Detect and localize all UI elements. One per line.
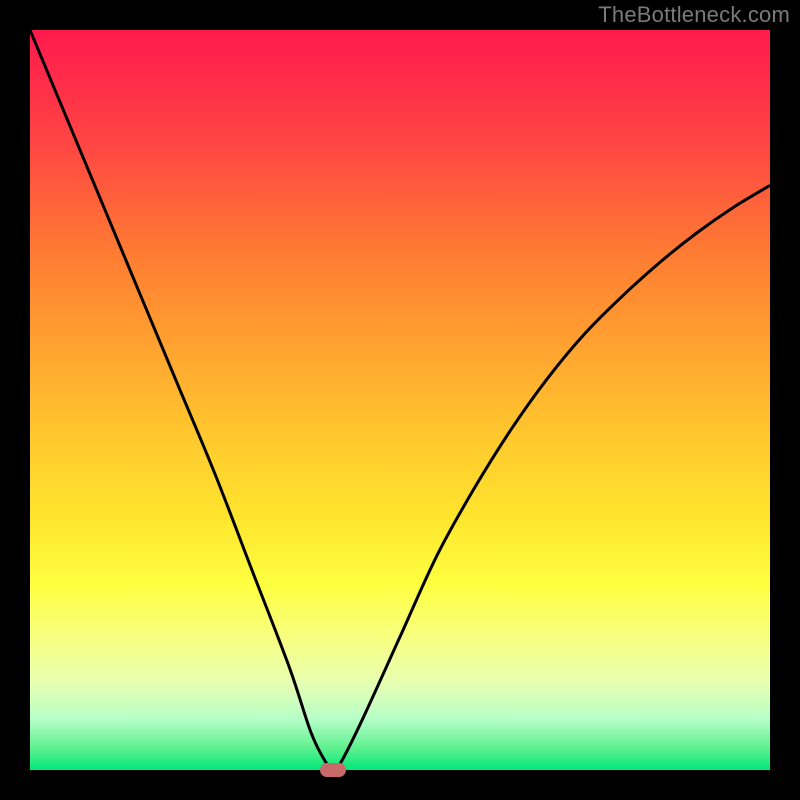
chart-frame: TheBottleneck.com	[0, 0, 800, 800]
curve-layer	[30, 30, 770, 770]
watermark-text: TheBottleneck.com	[598, 2, 790, 28]
plot-area	[30, 30, 770, 770]
bottleneck-curve	[30, 30, 770, 770]
optimal-point-marker	[320, 763, 346, 777]
